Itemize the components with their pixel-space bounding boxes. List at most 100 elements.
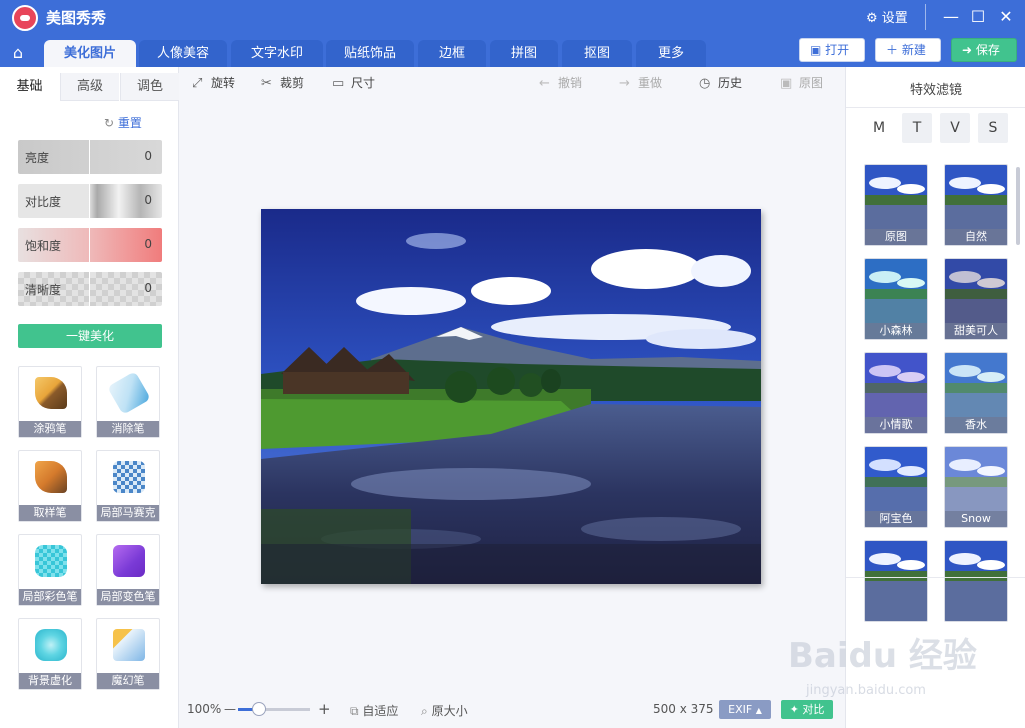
- undo-button[interactable]: ← 撤销: [539, 74, 582, 91]
- watermark-url: jingyan.baidu.com: [806, 683, 926, 698]
- settings-label: 设置: [881, 11, 908, 26]
- filter-category-m[interactable]: M: [864, 113, 894, 143]
- tool-local-recolor-pen[interactable]: 局部变色笔: [96, 534, 160, 606]
- size-button[interactable]: ▭ 尺寸: [332, 74, 375, 91]
- filter-thumbnail[interactable]: [944, 540, 1008, 622]
- filter-thumbnail[interactable]: 阿宝色: [864, 446, 928, 528]
- zoom-slider-knob[interactable]: [252, 702, 266, 716]
- filter-thumbnail[interactable]: Snow: [944, 446, 1008, 528]
- redo-label: 重做: [638, 76, 663, 90]
- tool-doodle-brush[interactable]: 涂鸦笔: [18, 366, 82, 438]
- filter-label: 小情歌: [865, 417, 927, 433]
- original-button[interactable]: ▣ 原图: [780, 74, 823, 91]
- eraser-icon: [107, 371, 151, 415]
- undo-label: 撤销: [558, 76, 583, 90]
- tab-collage[interactable]: 拼图: [490, 40, 558, 67]
- tab-more[interactable]: 更多: [636, 40, 706, 67]
- blur-background-icon: [35, 629, 67, 661]
- redo-button[interactable]: → 重做: [619, 74, 662, 91]
- zoom-in-button[interactable]: +: [318, 700, 331, 718]
- tab-portrait[interactable]: 人像美容: [139, 40, 227, 67]
- filter-thumbnail[interactable]: [864, 540, 928, 622]
- sharpness-slider[interactable]: 清晰度 0: [18, 272, 162, 306]
- tool-mosaic-pen[interactable]: 局部马赛克: [96, 450, 160, 522]
- brightness-value: 0: [144, 149, 152, 163]
- close-button[interactable]: ✕: [992, 4, 1020, 30]
- fit-label: 自适应: [362, 704, 399, 718]
- exif-label: EXIF: [728, 703, 753, 716]
- settings-button[interactable]: ⚙ 设置: [866, 7, 908, 26]
- tool-sample-brush[interactable]: 取样笔: [18, 450, 82, 522]
- title-bar: 美图秀秀 ⚙ 设置 — ☐ ✕: [0, 0, 1025, 36]
- brightness-slider[interactable]: 亮度 0: [18, 140, 162, 174]
- home-button[interactable]: ⌂: [0, 40, 36, 67]
- crop-label: 裁剪: [280, 76, 305, 90]
- new-button[interactable]: ＋ 新建: [875, 38, 941, 62]
- filter-label: 甜美可人: [945, 323, 1007, 339]
- history-button[interactable]: ◷ 历史: [699, 74, 742, 91]
- filter-category-v[interactable]: V: [940, 113, 970, 143]
- minimize-icon: —: [943, 7, 959, 26]
- actual-size-button[interactable]: ⌕ 原大小: [421, 702, 468, 719]
- subtab-advanced[interactable]: 高级: [60, 73, 119, 101]
- reset-label: 重置: [117, 116, 142, 130]
- filter-thumbnail[interactable]: 自然: [944, 164, 1008, 246]
- contrast-slider[interactable]: 对比度 0: [18, 184, 162, 218]
- exif-button[interactable]: EXIF ▲: [719, 700, 771, 719]
- filter-thumbnail[interactable]: 香水: [944, 352, 1008, 434]
- contrast-label: 对比度: [25, 195, 62, 209]
- filter-category-s[interactable]: S: [978, 113, 1008, 143]
- magnifier-icon: ⌕: [421, 704, 428, 718]
- filter-thumbnail[interactable]: 小情歌: [864, 352, 928, 434]
- zoom-slider-track[interactable]: [238, 708, 310, 711]
- subtab-color[interactable]: 调色: [120, 73, 179, 101]
- filter-thumbnail[interactable]: 小森林: [864, 258, 928, 340]
- titlebar-divider: [925, 4, 926, 30]
- tab-stickers[interactable]: 贴纸饰品: [326, 40, 414, 67]
- tool-label: 局部彩色笔: [19, 589, 81, 605]
- tool-eraser[interactable]: 消除笔: [96, 366, 160, 438]
- brightness-label: 亮度: [25, 151, 50, 165]
- maximize-icon: ☐: [970, 7, 986, 26]
- clock-icon: ◷: [699, 76, 711, 91]
- image-dimensions: 500 x 375: [653, 702, 714, 716]
- compare-button[interactable]: ✦ 对比: [781, 700, 833, 719]
- filter-label: 小森林: [865, 323, 927, 339]
- history-label: 历史: [718, 76, 743, 90]
- edited-photo[interactable]: [261, 209, 761, 584]
- crop-button[interactable]: ✂ 裁剪: [261, 74, 304, 91]
- saturation-slider[interactable]: 饱和度 0: [18, 228, 162, 262]
- recolor-pen-icon: [113, 545, 145, 577]
- rotate-button[interactable]: ⤢ 旋转: [192, 74, 235, 91]
- reset-button[interactable]: ↻ 重置: [104, 114, 142, 131]
- new-label: 新建: [901, 43, 926, 57]
- filter-category-t[interactable]: T: [902, 113, 932, 143]
- zoom-out-button[interactable]: —: [224, 702, 236, 716]
- tool-background-blur[interactable]: 背景虚化: [18, 618, 82, 690]
- tool-local-color-pen[interactable]: 局部彩色笔: [18, 534, 82, 606]
- tab-cutout[interactable]: 抠图: [562, 40, 632, 67]
- tool-label: 局部马赛克: [97, 505, 159, 521]
- maximize-button[interactable]: ☐: [964, 4, 992, 30]
- left-panel: 基础 高级 调色 ↻ 重置 亮度 0 对比度 0 饱和度 0 清晰度 0 一键美…: [0, 67, 179, 728]
- filter-thumbnail[interactable]: 原图: [864, 164, 928, 246]
- filter-thumbnail[interactable]: 甜美可人: [944, 258, 1008, 340]
- resize-icon: ▭: [332, 76, 345, 91]
- subtab-basic[interactable]: 基础: [0, 73, 59, 101]
- filter-scrollbar[interactable]: [1016, 167, 1020, 245]
- filter-label: 自然: [945, 229, 1007, 245]
- one-click-beautify-button[interactable]: 一键美化: [18, 324, 162, 348]
- tab-border[interactable]: 边框: [418, 40, 486, 67]
- panel-divider: [846, 577, 1025, 578]
- tab-text-watermark[interactable]: 文字水印: [231, 40, 323, 67]
- fit-button[interactable]: ⧉ 自适应: [350, 702, 398, 719]
- save-button[interactable]: ➜ 保存: [951, 38, 1017, 62]
- filter-preview-image: [865, 541, 927, 621]
- minimize-button[interactable]: —: [937, 4, 965, 30]
- open-button[interactable]: ▣ 打开: [799, 38, 865, 62]
- tool-magic-pen[interactable]: 魔幻笔: [96, 618, 160, 690]
- tab-beautify[interactable]: 美化图片: [44, 40, 136, 67]
- rotate-label: 旋转: [211, 76, 236, 90]
- scissors-icon: ✂: [261, 76, 272, 91]
- export-icon: ➜: [962, 43, 973, 57]
